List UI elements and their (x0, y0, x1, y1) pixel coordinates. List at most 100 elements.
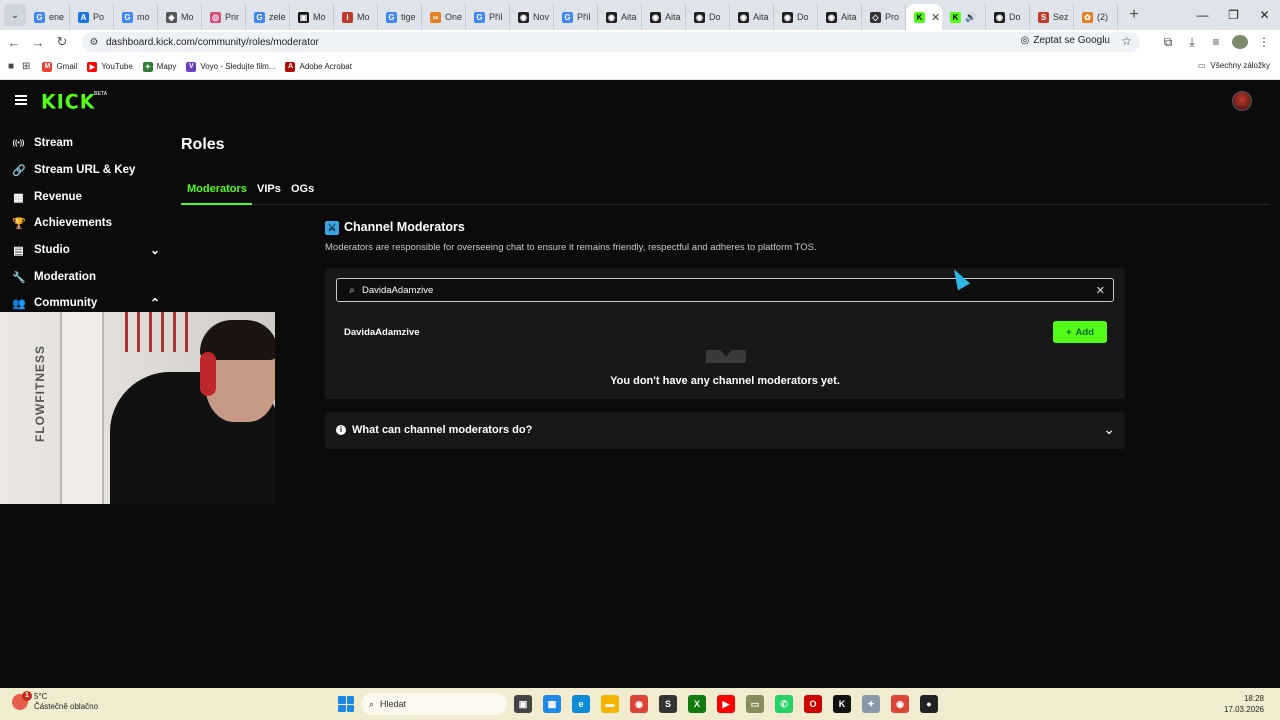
weather-temp: 5°C (34, 692, 48, 701)
app-gray-icon[interactable]: ✦ (862, 695, 880, 713)
moderators-card: ⌕ ✕ DavidaAdamzive + Add You don't have … (325, 268, 1125, 399)
browser-tab[interactable]: ◇ Pro (862, 4, 906, 30)
extensions-icon[interactable]: ⧉ (1160, 35, 1176, 50)
weather-widget[interactable]: 1 5°C Částečně oblačno (12, 691, 98, 712)
task-view-icon[interactable]: ▣ (514, 695, 532, 713)
start-button[interactable] (338, 696, 354, 712)
sidebar-item-achievements[interactable]: 🏆 Achievements (12, 213, 160, 233)
clock-date: 17.03.2026 (1223, 705, 1264, 714)
back-icon[interactable]: ← (2, 35, 26, 50)
browser-tab[interactable]: A Po (70, 4, 114, 30)
forward-icon[interactable]: → (26, 35, 50, 50)
browser-tab[interactable]: ◉ Aita (642, 4, 686, 30)
minimize-button[interactable]: — (1187, 0, 1218, 30)
close-tab-icon[interactable]: ✕ (931, 11, 940, 24)
sidebar-item-stream-url-key[interactable]: 🔗 Stream URL & Key (12, 160, 160, 180)
add-moderator-button[interactable]: + Add (1053, 321, 1107, 343)
browser-tab[interactable]: G Příl (554, 4, 598, 30)
chrome-icon[interactable]: ◉ (630, 695, 648, 713)
browser-tab[interactable]: ✿ (2) (1074, 4, 1118, 30)
browser-tab[interactable]: Gtige (378, 4, 422, 30)
sidebar-item-revenue[interactable]: ▦ Revenue (12, 187, 160, 207)
ask-google-button[interactable]: ◎ Zeptat se Googlu (1021, 35, 1110, 46)
taskbar-apps: ▣ ▦ e ▬ ◉ S X ▶ ▭ ✆ O K ✦ ◉ ● (514, 695, 938, 713)
tab-search-button[interactable]: ⌄ (4, 4, 26, 26)
sidebar-item-studio[interactable]: ▤ Studio ⌄ (12, 240, 160, 260)
browser-tab[interactable]: G Příl (466, 4, 510, 30)
apps-icon[interactable]: ■ (8, 61, 14, 72)
app-olive-icon[interactable]: ▭ (746, 695, 764, 713)
bookmarks-bar: ■ ⊞ M Gmail ▶ YouTube ✦ Mapy V Voyo - Sledujte … (0, 54, 1280, 80)
chevron-up-icon[interactable]: ⌃ (150, 296, 160, 310)
new-tab-button[interactable]: + (1122, 6, 1146, 24)
whatsapp-icon[interactable]: ✆ (775, 695, 793, 713)
browser-tab[interactable]: ◆ Mo (158, 4, 202, 30)
bookmark-star-icon[interactable]: ☆ (1121, 34, 1132, 48)
youtube-icon[interactable]: ▶ (717, 695, 735, 713)
reload-icon[interactable]: ↻ (50, 34, 74, 50)
browser-tab[interactable]: K 🔊 (942, 4, 986, 30)
download-icon[interactable]: ⤓ (1184, 35, 1200, 50)
browser-tab[interactable]: ∞ One (422, 4, 466, 30)
chevron-down-icon[interactable]: ⌄ (1103, 421, 1115, 438)
browser-tab[interactable]: ◉ Aita (598, 4, 642, 30)
tab-vips[interactable]: VIPs (257, 183, 281, 195)
system-clock[interactable]: 18:28 17.03.2026 (1224, 693, 1264, 715)
chrome-2-icon[interactable]: ◉ (891, 695, 909, 713)
kick-icon[interactable]: K (833, 695, 851, 713)
bookmark-item[interactable]: ▶ YouTube (87, 61, 133, 72)
browser-tab[interactable]: ▣ Mo (290, 4, 334, 30)
windows-taskbar: 1 5°C Částečně oblačno ⌕ Hledat ▣ ▦ e ▬ ◉ S X ▶… (0, 688, 1280, 720)
user-avatar[interactable] (1232, 91, 1252, 111)
browser-tab[interactable]: Gzele (246, 4, 290, 30)
store-icon[interactable]: ▦ (543, 695, 561, 713)
bookmark-item[interactable]: M Gmail (42, 61, 77, 72)
site-info-icon[interactable]: ⚙ (86, 37, 102, 48)
taskbar-search[interactable]: ⌕ Hledat (361, 693, 507, 715)
bookmark-item[interactable]: A Adobe Acrobat (285, 61, 352, 72)
active-browser-tab[interactable]: K ✕ (906, 4, 942, 30)
tab-ogs[interactable]: OGs (291, 183, 314, 195)
profile-avatar[interactable] (1232, 35, 1248, 49)
browser-tab[interactable]: ◉ Aita (818, 4, 862, 30)
maximize-button[interactable]: ❐ (1218, 0, 1249, 30)
speaker-icon: 🔊 (965, 11, 977, 22)
url-text[interactable]: dashboard.kick.com/community/roles/moder… (106, 37, 319, 48)
browser-tab[interactable]: ◉ Do (686, 4, 730, 30)
sidebar-item-stream[interactable]: ((•)) Stream (12, 133, 160, 153)
grid-icon[interactable]: ⊞ (22, 61, 30, 72)
kick-logo[interactable]: KICK (41, 90, 95, 113)
chevron-down-icon[interactable]: ⌄ (150, 243, 160, 257)
faq-accordion[interactable]: i What can channel moderators do? ⌄ (325, 412, 1125, 449)
bookmark-item[interactable]: ✦ Mapy (142, 61, 176, 72)
tab-favicon: K (950, 11, 961, 23)
tab-moderators[interactable]: Moderators (187, 183, 247, 195)
browser-tab[interactable]: I Mo (334, 4, 378, 30)
stream-url-key-icon: 🔗 (12, 164, 26, 177)
edge-icon[interactable]: e (572, 695, 590, 713)
sidebar-item-community[interactable]: 👥 Community ⌃ (12, 293, 160, 313)
xbox-icon[interactable]: X (688, 695, 706, 713)
obs-icon[interactable]: ● (920, 695, 938, 713)
all-bookmarks[interactable]: ▭ Všechny záložky (1198, 61, 1270, 70)
browser-menu-icon[interactable]: ⋮ (1256, 35, 1272, 49)
browser-tab[interactable]: S Sez (1030, 4, 1074, 30)
steam-like-icon[interactable]: S (659, 695, 677, 713)
reading-list-icon[interactable]: ≡ (1208, 35, 1224, 49)
explorer-icon[interactable]: ▬ (601, 695, 619, 713)
browser-tab[interactable]: ◉ Do (774, 4, 818, 30)
browser-tab[interactable]: Gene (26, 4, 70, 30)
browser-tab[interactable]: ◉ Aita (730, 4, 774, 30)
bookmark-item[interactable]: V Voyo - Sledujte film... (186, 61, 275, 72)
menu-icon[interactable] (15, 95, 27, 105)
browser-tab[interactable]: ◉ Nov (510, 4, 554, 30)
sidebar-item-moderation[interactable]: 🔧 Moderation (12, 267, 160, 287)
clear-search-icon[interactable]: ✕ (1096, 284, 1105, 297)
browser-tab[interactable]: Gmo (114, 4, 158, 30)
browser-tab[interactable]: ◎ Prir (202, 4, 246, 30)
browser-tab[interactable]: ◉ Do (986, 4, 1030, 30)
tab-title: Aita (621, 12, 637, 22)
opera-icon[interactable]: O (804, 695, 822, 713)
omnibox[interactable]: ⚙ dashboard.kick.com/community/roles/mod… (82, 32, 1140, 52)
close-window-button[interactable]: ✕ (1249, 0, 1280, 30)
